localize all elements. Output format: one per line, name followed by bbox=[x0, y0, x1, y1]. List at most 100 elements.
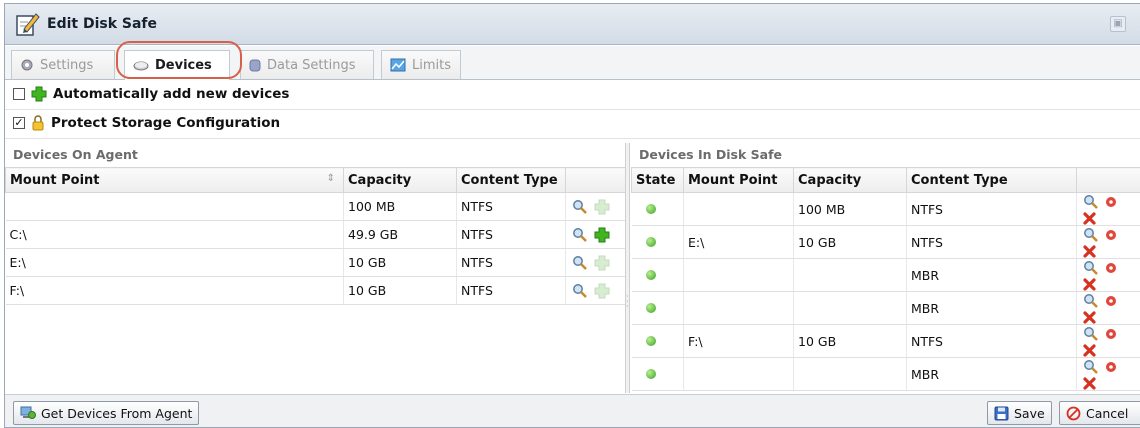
sort-icon[interactable]: ⇕ bbox=[327, 173, 335, 184]
mount-point-cell bbox=[683, 357, 794, 391]
cancel-icon bbox=[1066, 406, 1081, 420]
column-content-type[interactable]: Content Type bbox=[906, 167, 1077, 193]
stop-icon[interactable] bbox=[1105, 295, 1117, 307]
mount-point-cell: C:\ bbox=[5, 220, 344, 249]
magnifier-icon[interactable] bbox=[1083, 293, 1099, 309]
magnifier-icon[interactable] bbox=[572, 255, 588, 271]
actions-cell bbox=[565, 220, 626, 249]
column-actions bbox=[565, 167, 626, 193]
magnifier-icon[interactable] bbox=[572, 283, 588, 299]
delete-icon[interactable] bbox=[1083, 376, 1097, 390]
auto-add-checkbox[interactable] bbox=[13, 88, 25, 100]
tab-limits[interactable]: Limits bbox=[381, 50, 461, 79]
magnifier-icon[interactable] bbox=[572, 227, 588, 243]
content-type-cell: NTFS bbox=[456, 192, 566, 221]
splitter-grip[interactable]: · · · bbox=[626, 293, 629, 311]
column-mount-point[interactable]: Mount Point bbox=[683, 167, 794, 193]
delete-icon[interactable] bbox=[1083, 310, 1097, 324]
capacity-cell: 49.9 GB bbox=[343, 220, 457, 249]
divider bbox=[5, 138, 1140, 139]
delete-icon[interactable] bbox=[1083, 244, 1097, 258]
add-device-icon[interactable] bbox=[594, 199, 610, 215]
capacity-cell: 10 GB bbox=[793, 324, 907, 358]
capacity-cell: 100 MB bbox=[793, 192, 907, 226]
state-cell bbox=[631, 225, 684, 259]
table-row[interactable]: E:\ 10 GB NTFS bbox=[631, 225, 1140, 259]
column-content-type[interactable]: Content Type bbox=[456, 167, 566, 193]
protect-label: Protect Storage Configuration bbox=[51, 115, 281, 131]
state-online-icon bbox=[645, 203, 656, 214]
stop-icon[interactable] bbox=[1105, 229, 1117, 241]
state-online-icon bbox=[645, 302, 656, 313]
window-title: Edit Disk Safe bbox=[47, 16, 158, 32]
capacity-cell bbox=[793, 291, 907, 325]
lock-icon bbox=[32, 115, 44, 131]
tab-label: Limits bbox=[412, 57, 451, 73]
edit-disk-safe-window: Edit Disk Safe ▣ Settings Devices Data S… bbox=[4, 3, 1140, 428]
column-capacity[interactable]: Capacity bbox=[793, 167, 907, 193]
state-online-icon bbox=[645, 236, 656, 247]
table-row[interactable]: 100 MB NTFS bbox=[5, 192, 626, 221]
table-row[interactable]: MBR bbox=[631, 357, 1140, 391]
state-cell bbox=[631, 258, 684, 292]
table-row[interactable]: F:\ 10 GB NTFS bbox=[631, 324, 1140, 358]
content-type-cell: NTFS bbox=[906, 225, 1077, 259]
content-type-cell: MBR bbox=[906, 258, 1077, 292]
protect-checkbox[interactable]: ✓ bbox=[13, 117, 25, 129]
table-row[interactable]: C:\ 49.9 GB NTFS bbox=[5, 220, 626, 249]
column-mount-point[interactable]: Mount Point ⇕ bbox=[5, 167, 344, 193]
stop-icon[interactable] bbox=[1105, 328, 1117, 340]
panel-title: Devices On Agent bbox=[5, 143, 625, 167]
tab-data-settings[interactable]: Data Settings bbox=[240, 50, 374, 79]
state-online-icon bbox=[645, 269, 656, 280]
cancel-button[interactable]: Cancel bbox=[1059, 401, 1140, 425]
column-state[interactable]: State bbox=[631, 167, 684, 193]
stop-icon[interactable] bbox=[1105, 262, 1117, 274]
stop-icon[interactable] bbox=[1105, 196, 1117, 208]
magnifier-icon[interactable] bbox=[572, 199, 588, 215]
add-device-icon[interactable] bbox=[594, 255, 610, 271]
capacity-cell: 10 GB bbox=[793, 225, 907, 259]
restore-window-icon[interactable]: ▣ bbox=[1110, 16, 1126, 32]
magnifier-icon[interactable] bbox=[1083, 359, 1099, 375]
magnifier-icon[interactable] bbox=[1083, 260, 1099, 276]
actions-cell bbox=[1076, 225, 1140, 259]
mount-point-cell bbox=[683, 258, 794, 292]
stop-icon[interactable] bbox=[1105, 361, 1117, 373]
delete-icon[interactable] bbox=[1083, 277, 1097, 291]
mount-point-cell: E:\ bbox=[5, 248, 344, 277]
tab-settings[interactable]: Settings bbox=[11, 50, 115, 79]
table-row[interactable]: F:\ 10 GB NTFS bbox=[5, 276, 626, 305]
magnifier-icon[interactable] bbox=[1083, 194, 1099, 210]
get-devices-button[interactable]: Get Devices From Agent bbox=[13, 401, 200, 425]
gear-icon bbox=[21, 59, 33, 71]
panel-splitter[interactable] bbox=[625, 143, 630, 393]
actions-cell bbox=[565, 276, 626, 305]
protect-option: ✓ Protect Storage Configuration bbox=[13, 111, 280, 135]
capacity-cell: 10 GB bbox=[343, 276, 457, 305]
add-device-icon[interactable] bbox=[594, 283, 610, 299]
table-row[interactable]: E:\ 10 GB NTFS bbox=[5, 248, 626, 277]
content-type-cell: NTFS bbox=[906, 192, 1077, 226]
add-device-icon[interactable] bbox=[594, 227, 610, 243]
delete-icon[interactable] bbox=[1083, 343, 1097, 357]
computer-refresh-icon bbox=[20, 406, 36, 419]
column-capacity[interactable]: Capacity bbox=[343, 167, 457, 193]
magnifier-icon[interactable] bbox=[1083, 326, 1099, 342]
magnifier-icon[interactable] bbox=[1083, 227, 1099, 243]
agent-devices-panel: Devices On Agent Mount Point ⇕ Capacity C… bbox=[5, 143, 626, 393]
capacity-cell bbox=[793, 258, 907, 292]
content-type-cell: NTFS bbox=[456, 220, 566, 249]
state-online-icon bbox=[645, 368, 656, 379]
table-row[interactable]: MBR bbox=[631, 258, 1140, 292]
actions-cell bbox=[1076, 192, 1140, 226]
table-row[interactable]: 100 MB NTFS bbox=[631, 192, 1140, 226]
tab-label: Data Settings bbox=[267, 57, 356, 73]
save-button[interactable]: Save bbox=[987, 401, 1052, 425]
actions-cell bbox=[565, 248, 626, 277]
table-row[interactable]: MBR bbox=[631, 291, 1140, 325]
content-type-cell: MBR bbox=[906, 357, 1077, 391]
mount-point-cell bbox=[683, 192, 794, 226]
mount-point-cell: F:\ bbox=[5, 276, 344, 305]
delete-icon[interactable] bbox=[1083, 211, 1097, 225]
